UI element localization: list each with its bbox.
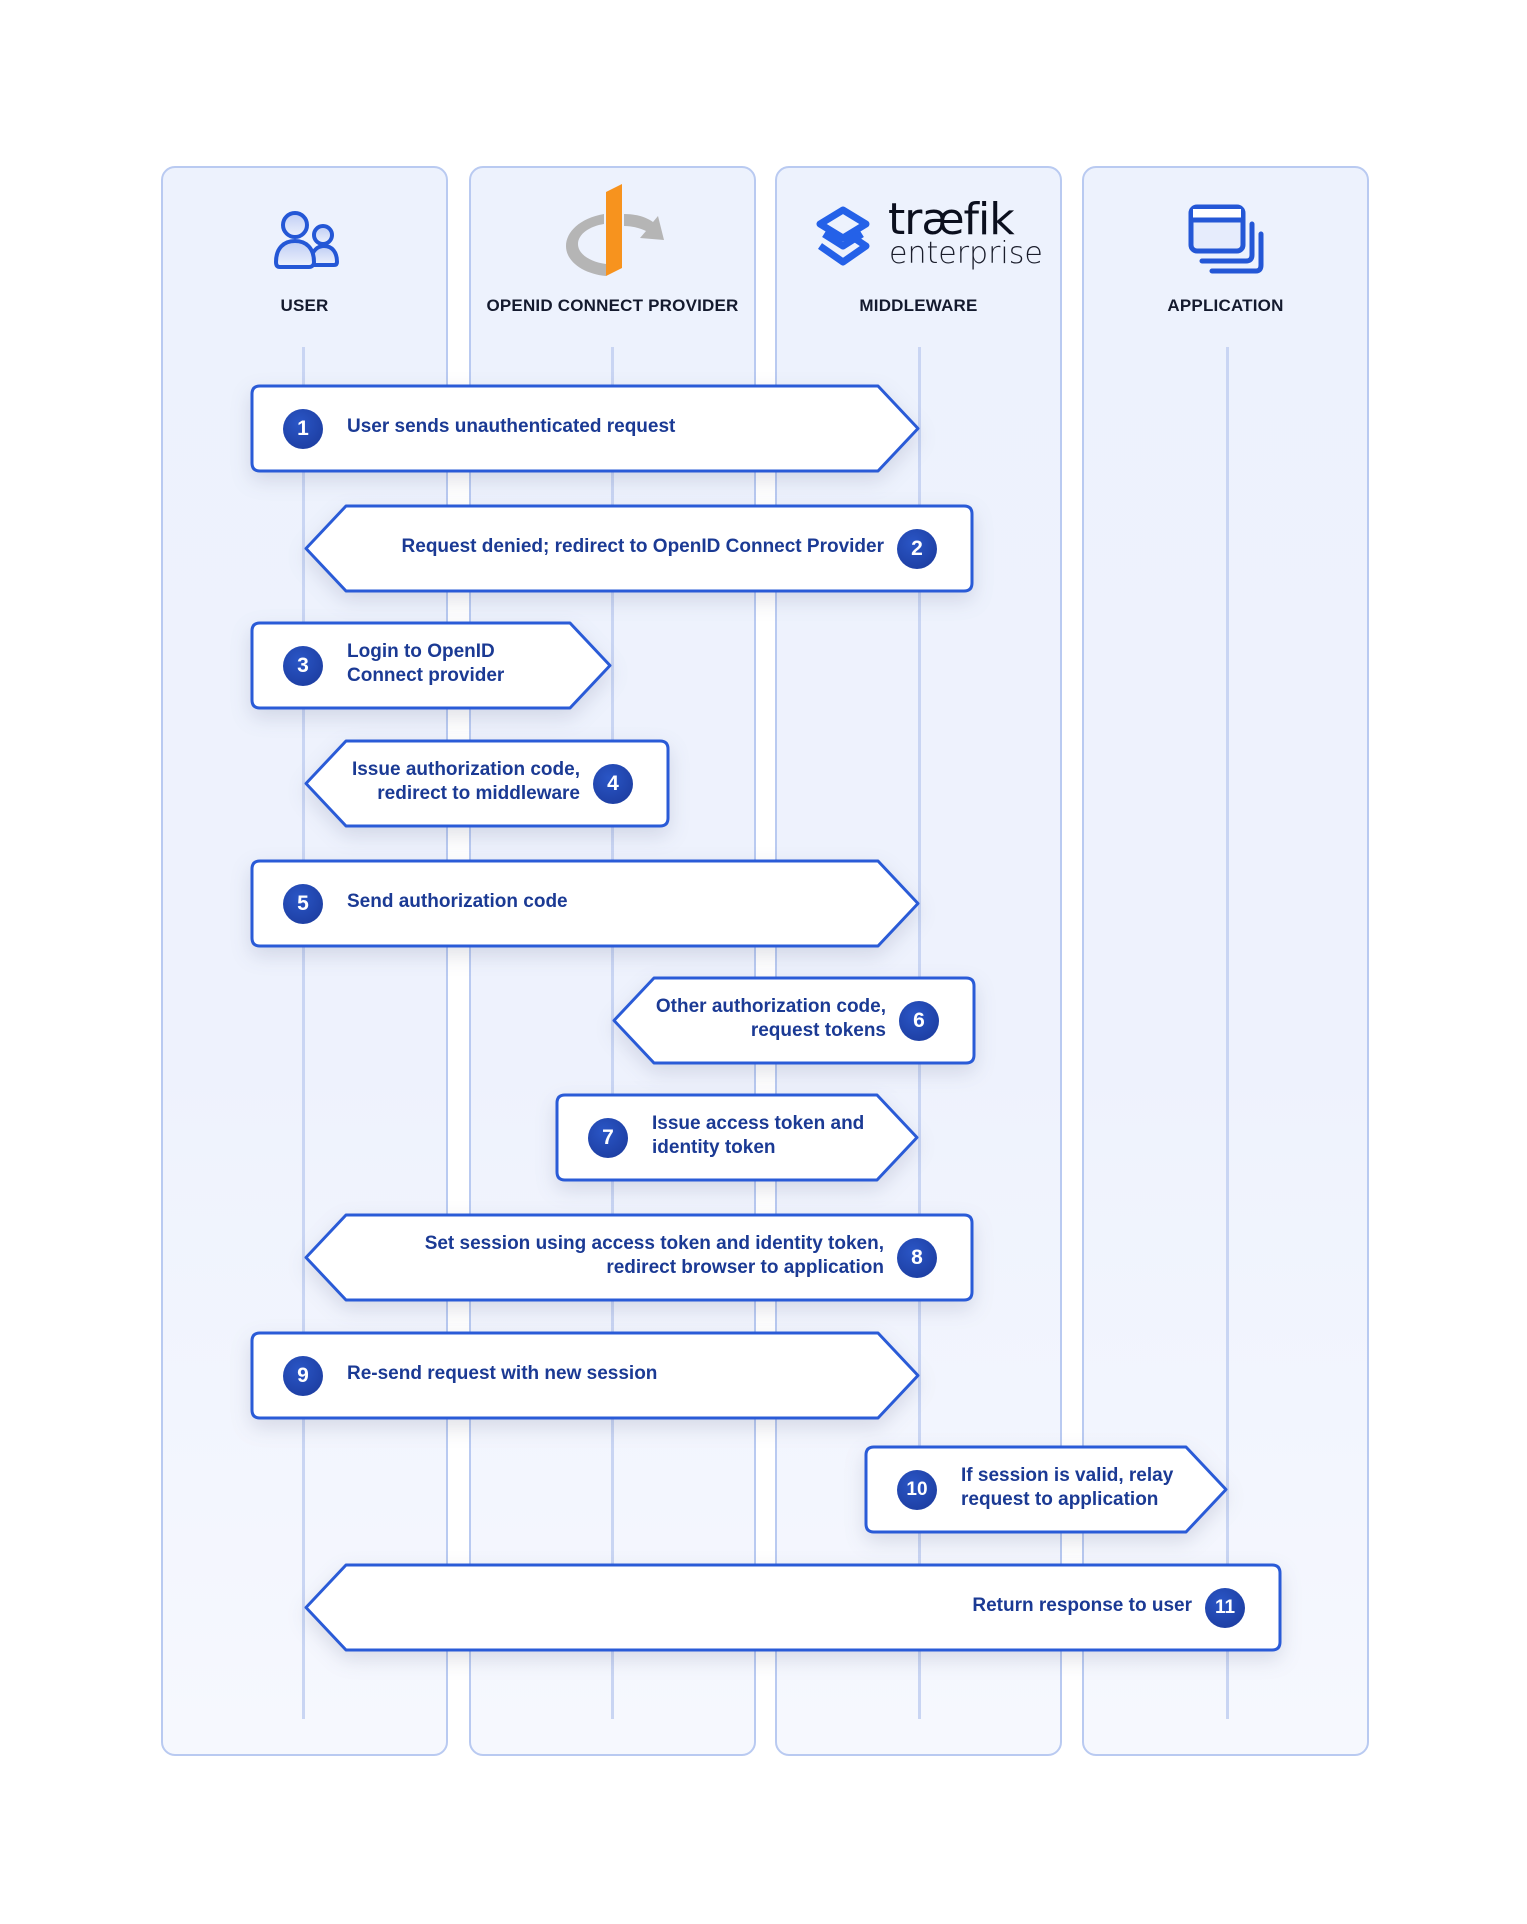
step-number-badge: 9 <box>283 1355 323 1396</box>
step-label-line: Issue access token and <box>652 1112 865 1134</box>
step-label: Return response to user <box>972 1594 1192 1618</box>
step-number-badge: 3 <box>283 645 323 686</box>
step-9-message: 9 Re-send request with new session <box>250 1331 920 1420</box>
step-number-badge: 1 <box>283 408 323 449</box>
step-label-line: redirect browser to application <box>606 1256 884 1278</box>
step-label: If session is valid, relay request to app… <box>961 1464 1173 1512</box>
step-label-line: request tokens <box>750 1019 886 1041</box>
step-3-message: 3 Login to OpenID Connect provider <box>250 621 612 710</box>
step-label-line: redirect to middleware <box>377 782 580 804</box>
step-label-line: If session is valid, relay <box>961 1464 1174 1486</box>
step-label-line: Issue authorization code, <box>351 758 580 780</box>
lane-label-middleware: MIDDLEWARE <box>859 296 978 315</box>
step-label-line: Other authorization code, <box>655 995 886 1017</box>
step-label-line: request to application <box>961 1488 1159 1510</box>
step-label-line: identity token <box>652 1136 776 1158</box>
step-6-message: 6 Other authorization code, request tokens <box>612 976 976 1065</box>
step-number-badge: 2 <box>897 528 937 569</box>
step-number-badge: 10 <box>897 1469 937 1510</box>
step-number-badge: 4 <box>593 763 633 804</box>
step-label: Other authorization code, request tokens <box>656 995 886 1043</box>
step-label-line: Re-send request with new session <box>347 1362 658 1384</box>
step-5-message: 5 Send authorization code <box>250 859 920 948</box>
users-icon <box>274 211 339 269</box>
step-1-message: 1 User sends unauthenticated request <box>250 384 920 473</box>
step-label-line: Connect provider <box>347 664 505 686</box>
openid-logo-icon <box>566 184 664 276</box>
lifeline-application <box>1226 347 1229 1719</box>
step-label-line: User sends unauthenticated request <box>347 415 676 437</box>
step-10-message: 10 If session is valid, relay request to a… <box>864 1445 1228 1534</box>
step-2-message: 2 Request denied; redirect to OpenID Conn… <box>304 504 974 593</box>
step-7-message: 7 Issue access token and identity token <box>555 1093 919 1182</box>
step-8-message: 8 Set session using access token and iden… <box>304 1213 974 1302</box>
step-label-line: Login to OpenID <box>347 640 495 662</box>
lane-label-application: APPLICATION <box>1167 296 1284 315</box>
step-label: Request denied; redirect to OpenID Conne… <box>402 535 884 559</box>
traefik-logo-icon <box>816 206 870 266</box>
step-label: User sends unauthenticated request <box>347 415 675 439</box>
step-number-badge: 6 <box>899 1000 939 1041</box>
step-number-badge: 11 <box>1205 1587 1245 1628</box>
step-label: Send authorization code <box>347 890 568 914</box>
lifeline-user <box>302 347 305 1719</box>
step-label: Set session using access token and ident… <box>425 1232 884 1280</box>
step-number-badge: 7 <box>588 1117 628 1158</box>
step-label: Re-send request with new session <box>347 1362 657 1386</box>
application-windows-icon <box>1188 204 1264 274</box>
step-label-line: Set session using access token and ident… <box>424 1232 884 1254</box>
traefik-logo-subtext: enterprise <box>889 236 1043 271</box>
step-label-line: Return response to user <box>972 1594 1192 1616</box>
step-label-line: Send authorization code <box>347 890 568 912</box>
step-number-badge: 8 <box>897 1237 937 1278</box>
lane-label-openid-provider: OPENID CONNECT PROVIDER <box>486 296 739 315</box>
step-label-line: Request denied; redirect to OpenID Conne… <box>401 535 884 557</box>
step-label: Login to OpenID Connect provider <box>347 640 504 688</box>
step-4-message: 4 Issue authorization code, redirect to mi… <box>304 739 670 828</box>
step-number-badge: 5 <box>283 883 323 924</box>
lane-label-user: USER <box>280 296 329 315</box>
step-label: Issue access token and identity token <box>652 1112 864 1160</box>
step-11-message: 11 Return response to user <box>304 1563 1282 1652</box>
step-label: Issue authorization code, redirect to mid… <box>352 758 580 806</box>
